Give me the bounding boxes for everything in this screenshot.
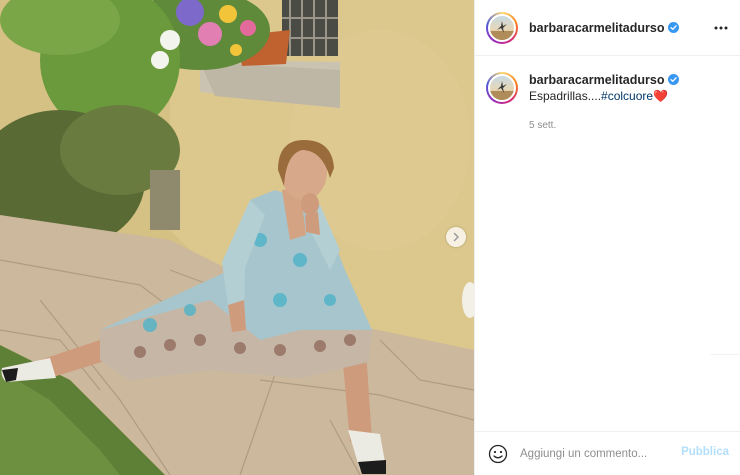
avatar-story-ring[interactable]	[486, 11, 518, 44]
caption-username[interactable]: barbaracarmelitadurso	[529, 72, 664, 88]
publish-button[interactable]: Pubblica	[681, 446, 729, 458]
caption-avatar-ring[interactable]	[486, 72, 518, 104]
next-photo-button[interactable]	[446, 227, 466, 247]
avatar-image	[490, 20, 514, 40]
caption-avatar	[488, 74, 516, 102]
comment-input[interactable]	[520, 447, 680, 460]
divider	[710, 354, 740, 355]
avatar	[488, 13, 516, 42]
post-caption: barbaracarmelitadurso Espadrillas....#co…	[486, 72, 731, 134]
chevron-right-icon	[453, 232, 459, 242]
comment-bar: Pubblica	[475, 431, 740, 475]
header-username[interactable]: barbaracarmelitadurso	[529, 21, 664, 35]
post-header: barbaracarmelitadurso	[475, 0, 740, 56]
post-details-panel: barbaracarmelitadurso barbaracarmelitadu…	[474, 0, 740, 475]
verified-badge-icon	[668, 74, 680, 85]
avatar-image	[490, 81, 514, 100]
post-photo[interactable]	[0, 0, 474, 475]
post-photo-illustration	[0, 0, 474, 475]
caption-body: barbaracarmelitadurso Espadrillas....#co…	[529, 72, 680, 134]
verified-badge-icon	[668, 22, 680, 33]
heart-emoji: ❤️	[653, 89, 669, 103]
caption-text: Espadrillas....	[529, 89, 602, 103]
smiley-face-icon[interactable]	[488, 444, 508, 464]
hashtag-link[interactable]: #colcuore	[601, 89, 653, 103]
more-horizontal-icon[interactable]	[713, 20, 729, 36]
post-timestamp[interactable]: 5 sett.	[529, 118, 679, 134]
